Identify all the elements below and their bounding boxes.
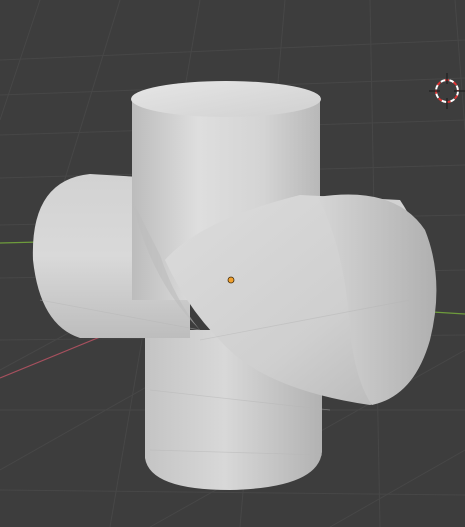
grid-line [0,489,465,496]
3d-viewport[interactable] [0,0,465,527]
grid-line [454,0,465,131]
top-cylinder-cap [131,81,321,117]
grid-line [0,39,465,61]
cross-pipe-mesh[interactable] [32,81,437,490]
object-origin-dot[interactable] [227,276,235,284]
viewport-scene[interactable] [0,0,465,527]
grid-line [329,449,465,527]
